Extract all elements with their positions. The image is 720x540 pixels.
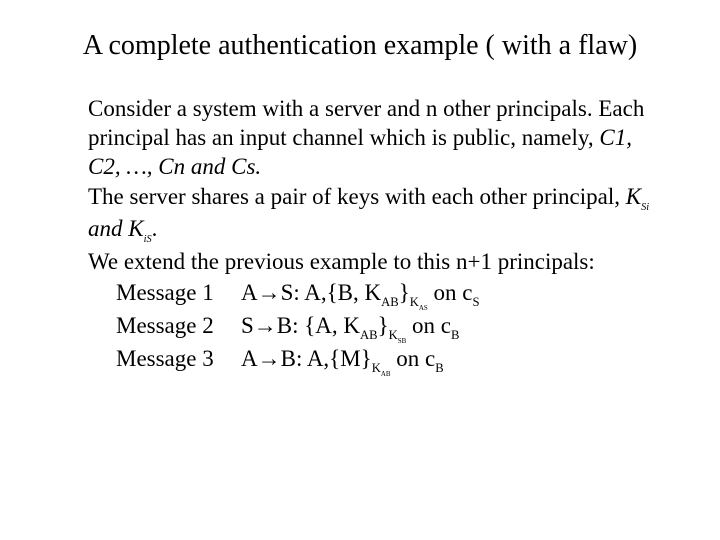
- msg2-chan: B: [451, 328, 459, 342]
- msg2-on: on c: [406, 313, 451, 338]
- key1-sub: Si: [641, 202, 649, 213]
- msg2-sub1: AB: [360, 328, 378, 342]
- msg3-lhs: A→B: A,{M}: [241, 346, 372, 371]
- key2-k: K: [128, 216, 143, 241]
- msg2-label: Message 2: [116, 312, 241, 341]
- msg2-key: KSB: [389, 328, 407, 342]
- para1-text: Consider a system with a server and n ot…: [88, 96, 644, 150]
- msg3-label: Message 3: [116, 345, 241, 374]
- msg1-mid: }: [399, 280, 410, 305]
- msg1-sub1: AB: [381, 295, 399, 309]
- msg1-keyK: K: [410, 295, 419, 309]
- message-2: Message 2S→B: {A, KAB}KSB on cB: [116, 312, 650, 345]
- message-1: Message 1A→S: A,{B, KAB}KAS on cS: [116, 279, 650, 312]
- msg1-chan: S: [472, 295, 479, 309]
- msg2-mid: }: [378, 313, 389, 338]
- msg3-chan: B: [435, 361, 443, 375]
- para2-period: .: [152, 216, 158, 241]
- key2: KiS: [128, 216, 151, 241]
- msg2-keyK: K: [389, 328, 398, 342]
- msg3-keysub: AB: [381, 370, 391, 378]
- message-list: Message 1A→S: A,{B, KAB}KAS on cS Messag…: [116, 279, 650, 377]
- paragraph-1: Consider a system with a server and n ot…: [88, 95, 650, 181]
- msg2-lhs: S→B: {A, K: [241, 313, 360, 338]
- slide-body: Consider a system with a server and n ot…: [88, 95, 650, 377]
- paragraph-2: The server shares a pair of keys with ea…: [88, 183, 650, 246]
- msg1-on: on c: [428, 280, 473, 305]
- msg1-lhs: A→S: A,{B, K: [241, 280, 381, 305]
- msg3-key: KAB: [372, 361, 391, 375]
- message-3: Message 3A→B: A,{M}KAB on cB: [116, 345, 650, 378]
- para2-and: and: [88, 216, 128, 241]
- para2-text-a: The server shares a pair of keys with ea…: [88, 184, 626, 209]
- msg1-key: KAS: [410, 295, 428, 309]
- key1-k: K: [626, 184, 641, 209]
- key2-sub: iS: [144, 234, 152, 245]
- paragraph-3: We extend the previous example to this n…: [88, 248, 650, 277]
- slide: A complete authentication example ( with…: [0, 0, 720, 540]
- key1: KSi: [626, 184, 649, 209]
- slide-title: A complete authentication example ( with…: [60, 28, 660, 63]
- msg1-keysub: AS: [419, 304, 428, 312]
- msg2-keysub: SB: [398, 337, 407, 345]
- msg1-label: Message 1: [116, 279, 241, 308]
- msg3-on: on c: [391, 346, 436, 371]
- msg3-keyK: K: [372, 361, 381, 375]
